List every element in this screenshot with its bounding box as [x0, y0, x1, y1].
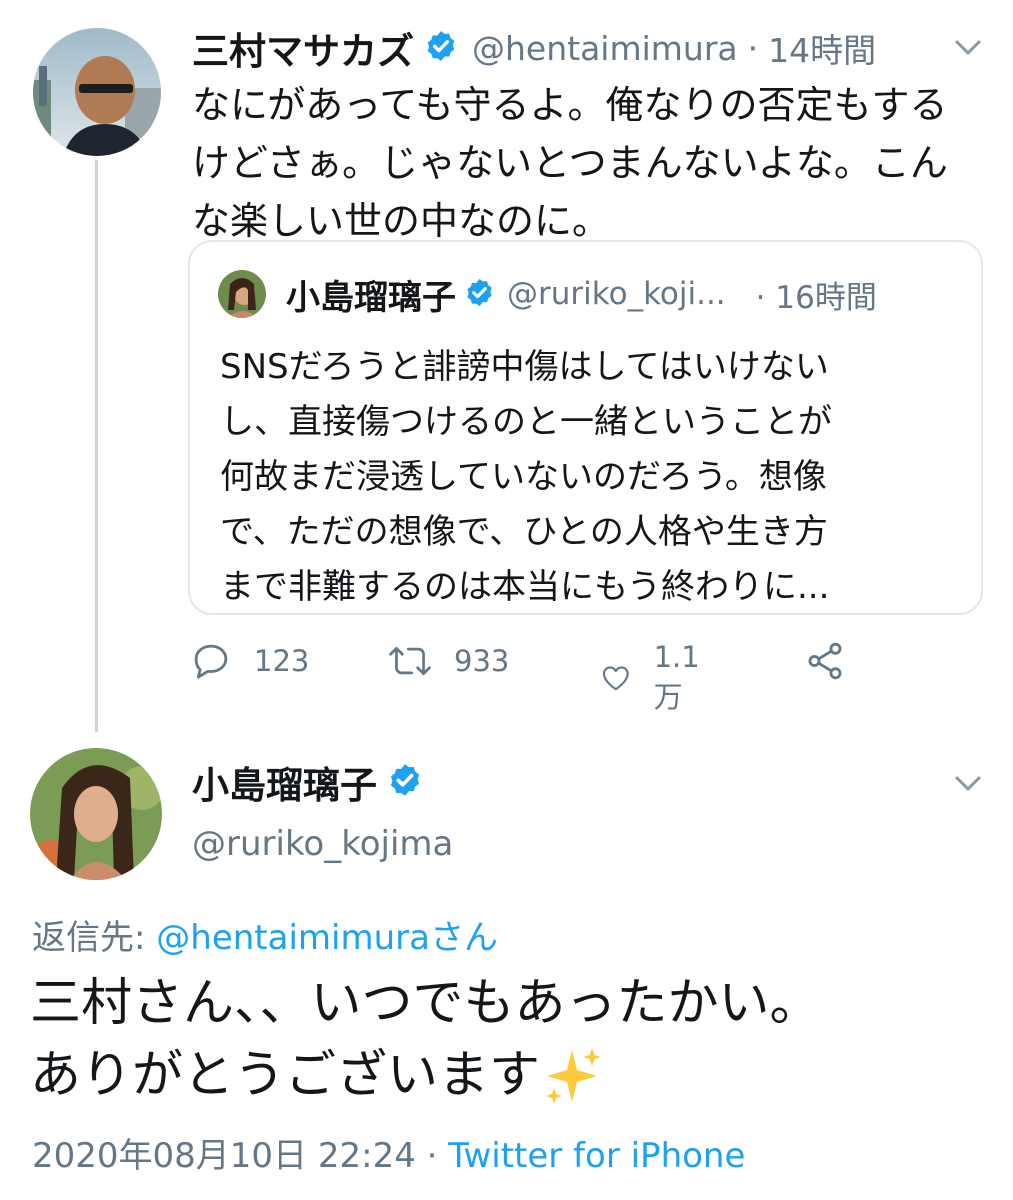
main-handle[interactable]: @ruriko_kojima [192, 824, 453, 864]
main-tweet-text: 三村さん、、いつでもあったかい。 ありがとうございます [30, 968, 821, 1112]
parent-handle[interactable]: @hentaimimura [472, 29, 738, 68]
avatar-kojima-image [30, 748, 162, 880]
avatar-kojima[interactable] [30, 748, 162, 880]
sparkles-icon [546, 1048, 602, 1104]
share-icon [808, 642, 842, 680]
retweet-button[interactable]: 933 [388, 640, 509, 682]
quoted-tweet-text: SNSだろうと誹謗中傷はしてはいけない し、直接傷つけるのと一緒ということが 何… [220, 340, 832, 615]
quoted-tweet-card[interactable]: 小島瑠璃子 @ruriko_koji... · 16時間 SNSだろうと誹謗中傷… [188, 240, 983, 615]
parent-separator: · [747, 28, 759, 68]
quoted-text-line: 何故まだ浸透していないのだろう。想像 [220, 457, 827, 497]
quoted-text-line: で、ただの想像で、ひとの人格や生き方 [220, 512, 828, 552]
tweet-source-link[interactable]: Twitter for iPhone [448, 1136, 745, 1176]
retweet-icon [389, 646, 431, 676]
avatar-mimura-image [33, 28, 161, 156]
share-button[interactable] [804, 640, 846, 682]
quoted-display-name: 小島瑠璃子 [286, 277, 456, 318]
main-tweet-header: 小島瑠璃子 [192, 755, 423, 809]
verified-badge-icon [387, 762, 423, 802]
reply-to-label: 返信先: [32, 918, 157, 958]
parent-tweet-header: 三村マサカズ @hentaimimura · 14時間 [192, 24, 876, 74]
like-button[interactable]: 1.1万 [600, 640, 710, 716]
reply-to-handle-link[interactable]: @hentaimimuraさん [156, 918, 498, 958]
quoted-text-line: SNSだろうと誹謗中傷はしてはいけない [220, 347, 829, 387]
parent-text-line: なにがあっても守るよ。俺なりの否定もする [192, 83, 948, 127]
quoted-header: 小島瑠璃子 @ruriko_koji... · 16時間 [286, 272, 877, 318]
main-display-name[interactable]: 小島瑠璃子 [192, 755, 377, 809]
parent-text-line: けどさぁ。じゃないとつまんないよな。こん [192, 141, 948, 185]
reply-count: 123 [254, 644, 310, 678]
tweet-meta-line: 2020年08月10日 22:24 · Twitter for iPhone [32, 1128, 745, 1177]
main-text-line: 三村さん、、いつでもあったかい。 [30, 974, 821, 1033]
main-text-line-row: ありがとうございます [30, 1040, 821, 1112]
quoted-handle: @ruriko_koji... [507, 276, 726, 312]
retweet-count: 933 [454, 644, 510, 678]
avatar-mimura[interactable] [33, 28, 161, 156]
quoted-text-line: し、直接傷つけるのと一緒ということが [220, 402, 832, 442]
verified-badge-icon [424, 29, 458, 67]
chevron-down-icon[interactable] [953, 38, 983, 58]
reply-button[interactable]: 123 [190, 640, 309, 682]
parent-tweet-text: なにがあっても守るよ。俺なりの否定もする けどさぁ。じゃないとつまんないよな。こ… [192, 76, 948, 250]
quoted-avatar [218, 270, 266, 318]
tweet-timestamp: 2020年08月10日 22:24 [32, 1136, 416, 1176]
heart-icon [602, 666, 629, 691]
quoted-time: · 16時間 [755, 279, 877, 316]
chevron-down-icon[interactable] [953, 774, 983, 794]
parent-display-name[interactable]: 三村マサカズ [192, 21, 414, 75]
verified-badge-icon [464, 277, 495, 312]
parent-time[interactable]: 14時間 [768, 24, 876, 72]
quoted-text-line: まで非難するのは本当にもう終わりに... [220, 567, 830, 607]
meta-separator: · [415, 1136, 449, 1176]
like-count: 1.1万 [653, 640, 700, 714]
reply-icon [194, 644, 228, 679]
main-text-line: ありがとうございます [30, 1046, 541, 1105]
thread-connector-line [95, 160, 98, 732]
reply-to-line: 返信先: @hentaimimuraさん [32, 910, 498, 959]
